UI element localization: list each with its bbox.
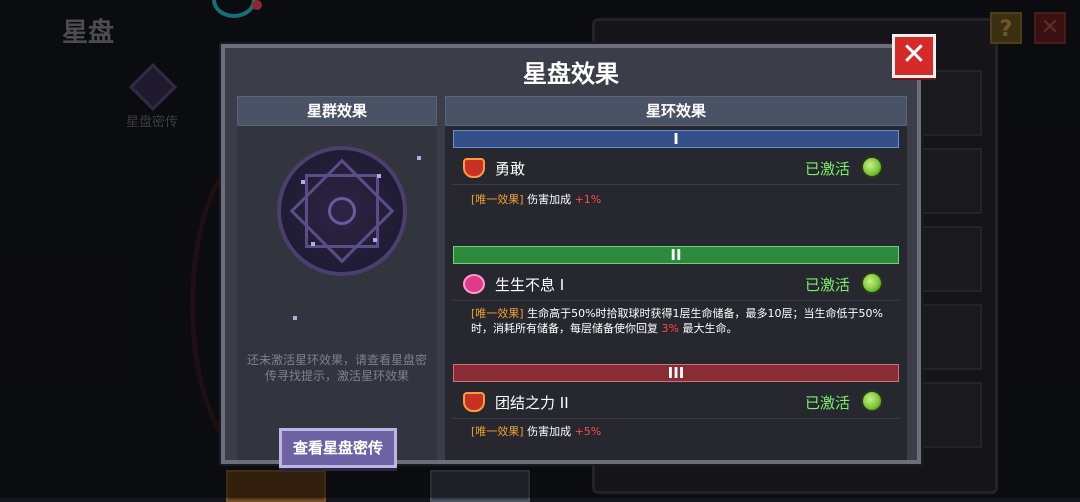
effect-name: 团结之力 II — [495, 394, 569, 412]
effect-text: 伤害加成 — [527, 425, 572, 438]
pink-flower-icon — [463, 274, 485, 294]
active-indicator-icon — [861, 272, 883, 294]
disc-star — [373, 238, 377, 242]
tier-bar-2: II — [453, 246, 899, 264]
effect-text: 伤害加成 — [527, 193, 572, 206]
effect-value: +5% — [574, 425, 602, 438]
close-icon: ✕ — [901, 37, 927, 72]
dialog-title: 星盘效果 — [523, 60, 619, 88]
tier-bar-1: I — [453, 130, 899, 148]
disc-star — [311, 242, 315, 246]
effect-value: +1% — [574, 193, 602, 206]
activation-hint: 还未激活星环效果，请查看星盘密 传寻找提示，激活星环效果 — [243, 352, 431, 384]
effect-description: [唯一效果] 伤害加成 +5% — [471, 424, 883, 439]
ring-effects-header: 星环效果 — [445, 96, 907, 126]
effect-status: 已激活 — [805, 394, 851, 412]
disc-star — [377, 174, 381, 178]
effect-status: 已激活 — [805, 276, 851, 294]
active-indicator-icon — [861, 390, 883, 412]
close-button[interactable]: ✕ — [892, 34, 936, 78]
effect-description: [唯一效果] 生命高于50%时拾取球时获得1层生命储备，最多10层；当生命低于5… — [471, 306, 883, 336]
effect-text-tail: 最大生命。 — [682, 322, 738, 335]
constellation-effects-header: 星群效果 — [237, 96, 437, 126]
effect-row: 团结之力 II 已激活 — [453, 386, 899, 419]
disc-star — [301, 180, 305, 184]
disc-core — [328, 197, 356, 225]
star-disc-icon — [277, 146, 407, 276]
hint-line-1: 还未激活星环效果，请查看星盘密 — [246, 353, 427, 367]
effect-row: 生生不息 I 已激活 — [453, 268, 899, 301]
effect-row: 勇敢 已激活 — [453, 152, 899, 185]
effect-name: 勇敢 — [495, 160, 526, 178]
red-crest-icon — [463, 158, 485, 178]
unique-effect-tag: [唯一效果] — [471, 307, 524, 320]
tier-bar-3: III — [453, 364, 899, 382]
view-codex-button[interactable]: 查看星盘密传 — [279, 428, 397, 468]
unique-effect-tag: [唯一效果] — [471, 193, 524, 206]
unique-effect-tag: [唯一效果] — [471, 425, 524, 438]
outer-star — [417, 156, 421, 160]
effect-name: 生生不息 I — [495, 276, 565, 294]
active-indicator-icon — [861, 156, 883, 178]
red-crest-icon — [463, 392, 485, 412]
effect-description: [唯一效果] 伤害加成 +1% — [471, 192, 883, 207]
ring-effects-panel: 星环效果 I 勇敢 已激活 [唯一效果] 伤害加成 +1% II 生生不息 I … — [445, 96, 907, 460]
hint-line-2: 传寻找提示，激活星环效果 — [264, 369, 409, 383]
constellation-effects-panel: 星群效果 还未激活星环效果，请查看星盘密 传寻找提示，激活星环效果 查看星盘密传 — [237, 96, 437, 468]
outer-star — [293, 316, 297, 320]
effect-value: 3% — [661, 322, 679, 335]
effect-status: 已激活 — [805, 160, 851, 178]
star-chart-effects-dialog: 星盘效果 ✕ 星群效果 还未激活星环效果，请查看星盘密 传寻找提示，激活星环效果… — [221, 34, 936, 468]
